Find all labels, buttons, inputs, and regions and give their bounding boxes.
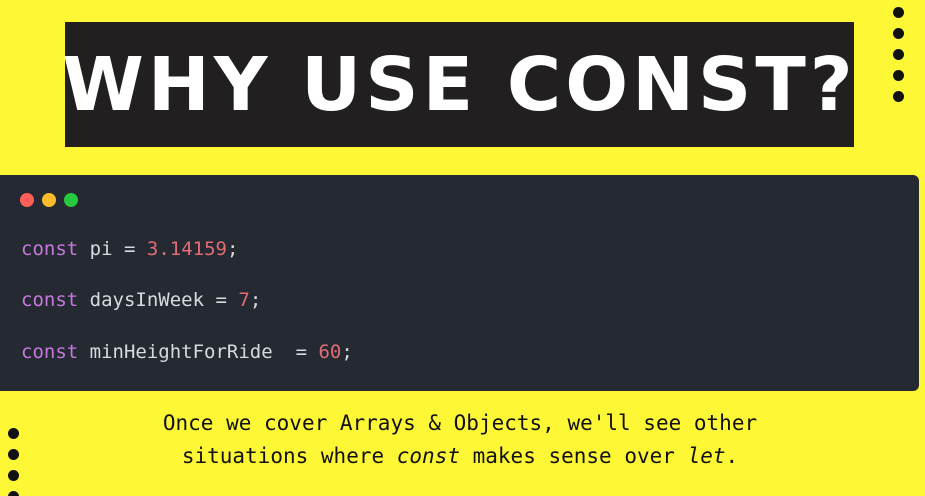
dot-icon (893, 28, 904, 39)
code-identifier: daysInWeek (89, 289, 205, 311)
dot-icon (893, 49, 904, 60)
caption-line-2: situations where const makes sense over … (40, 440, 880, 473)
code-number: 3.14159 (146, 238, 227, 260)
dot-icon (8, 428, 19, 439)
dot-icon (893, 91, 904, 102)
maximize-dot-icon (64, 193, 78, 207)
caption-text-segment: situations where (181, 444, 397, 468)
code-operator: = (204, 289, 239, 311)
code-identifier: minHeightForRide (89, 341, 273, 363)
code-identifier: pi (89, 238, 113, 260)
code-keyword: const (21, 238, 79, 260)
code-semicolon: ; (226, 238, 239, 260)
window-controls (20, 193, 78, 207)
dot-icon (893, 70, 904, 81)
code-keyword: const (21, 341, 79, 363)
code-operator: = (112, 238, 147, 260)
dot-icon (8, 491, 19, 496)
caption-text-segment: makes sense over (459, 444, 688, 468)
code-number: 7 (238, 289, 250, 311)
code-keyword: const (21, 289, 79, 311)
decorative-dots-left (8, 428, 20, 496)
code-line-2: const daysInWeek = 7; (21, 289, 261, 311)
caption-emphasis-const: const (396, 444, 460, 468)
code-semicolon: ; (341, 341, 353, 363)
dot-icon (8, 449, 19, 460)
code-line-1: const pi = 3.14159; (21, 238, 238, 260)
caption-line-1: Once we cover Arrays & Objects, we'll se… (162, 411, 758, 435)
dot-icon (893, 7, 904, 18)
caption-emphasis-let: let (687, 444, 726, 468)
caption-text-segment: . (725, 444, 739, 468)
caption-text: Once we cover Arrays & Objects, we'll se… (40, 407, 880, 473)
code-operator: = (272, 341, 319, 363)
dot-icon (8, 470, 19, 481)
code-number: 60 (318, 341, 342, 363)
title-banner: WHY USE CONST? (62, 22, 857, 147)
page-title: WHY USE CONST? (62, 41, 857, 128)
close-dot-icon (20, 193, 34, 207)
code-semicolon: ; (249, 289, 262, 311)
decorative-dots-right (893, 7, 905, 112)
code-line-3: const minHeightForRide = 60; (21, 341, 353, 363)
minimize-dot-icon (42, 193, 56, 207)
code-editor-window: const pi = 3.14159; const daysInWeek = 7… (0, 175, 919, 391)
